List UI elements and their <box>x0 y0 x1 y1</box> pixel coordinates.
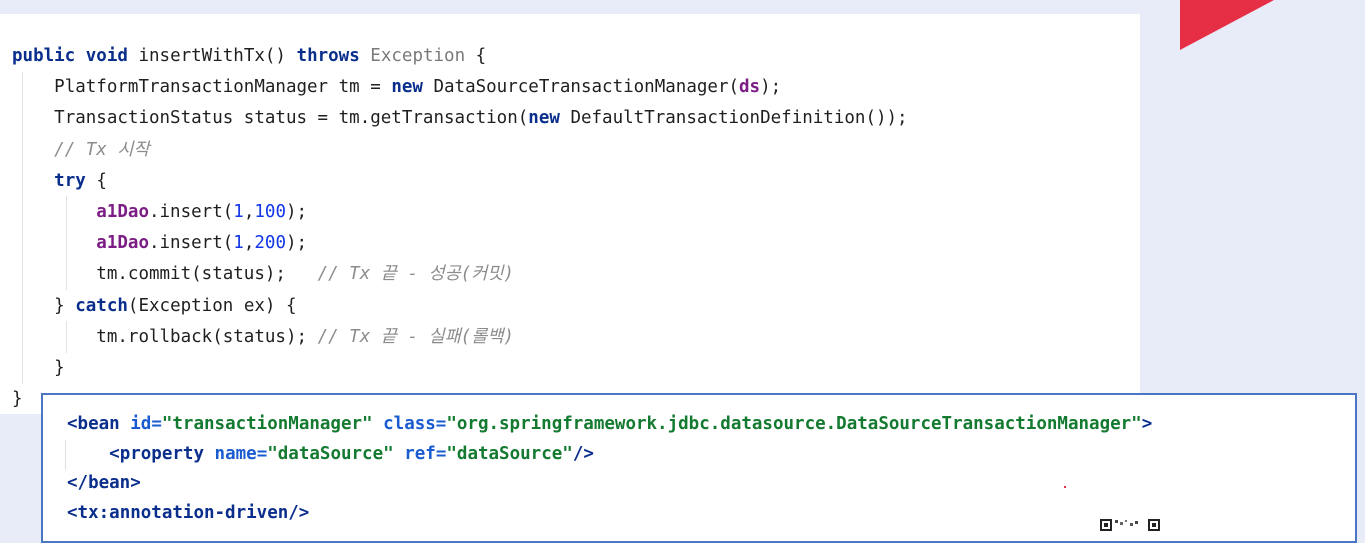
xml-line-1: <bean id="transactionManager" class="org… <box>67 414 1153 434</box>
code-line-9: } catch(Exception ex) { <box>54 295 297 316</box>
indent-guide <box>66 321 67 353</box>
code-line-5: try { <box>54 170 107 191</box>
qr-code-icon <box>1100 519 1160 531</box>
java-code-block: public void insertWithTx() throws Except… <box>12 41 908 415</box>
code-line-1: public void insertWithTx() throws Except… <box>12 46 487 66</box>
code-line-2: PlatformTransactionManager tm = new Data… <box>54 77 782 98</box>
xml-code-block: <bean id="transactionManager" class="org… <box>67 410 1152 528</box>
xml-line-3: </bean> <box>67 473 141 494</box>
indent-guide <box>22 72 23 384</box>
code-line-7: a1Dao.insert(1,200); <box>96 233 308 254</box>
indent-guide <box>66 196 67 290</box>
red-dot-mark <box>1064 486 1066 488</box>
code-line-4: // Tx 시작 <box>54 139 150 160</box>
code-line-10: tm.rollback(status); // Tx 끝 - 실패(롤백) <box>96 326 514 347</box>
code-line-11: } <box>54 357 65 378</box>
code-line-6: a1Dao.insert(1,100); <box>96 201 308 222</box>
code-line-3: TransactionStatus status = tm.getTransac… <box>54 108 908 129</box>
code-line-8: tm.commit(status); // Tx 끝 - 성공(커밋) <box>96 264 514 285</box>
indent-guide <box>65 440 66 470</box>
xml-line-2: <property name="dataSource" ref="dataSou… <box>109 443 594 464</box>
red-triangle-logo <box>1180 0 1274 50</box>
xml-line-4: <tx:annotation-driven/> <box>67 502 310 523</box>
code-editor-panel: public void insertWithTx() throws Except… <box>0 14 1140 414</box>
